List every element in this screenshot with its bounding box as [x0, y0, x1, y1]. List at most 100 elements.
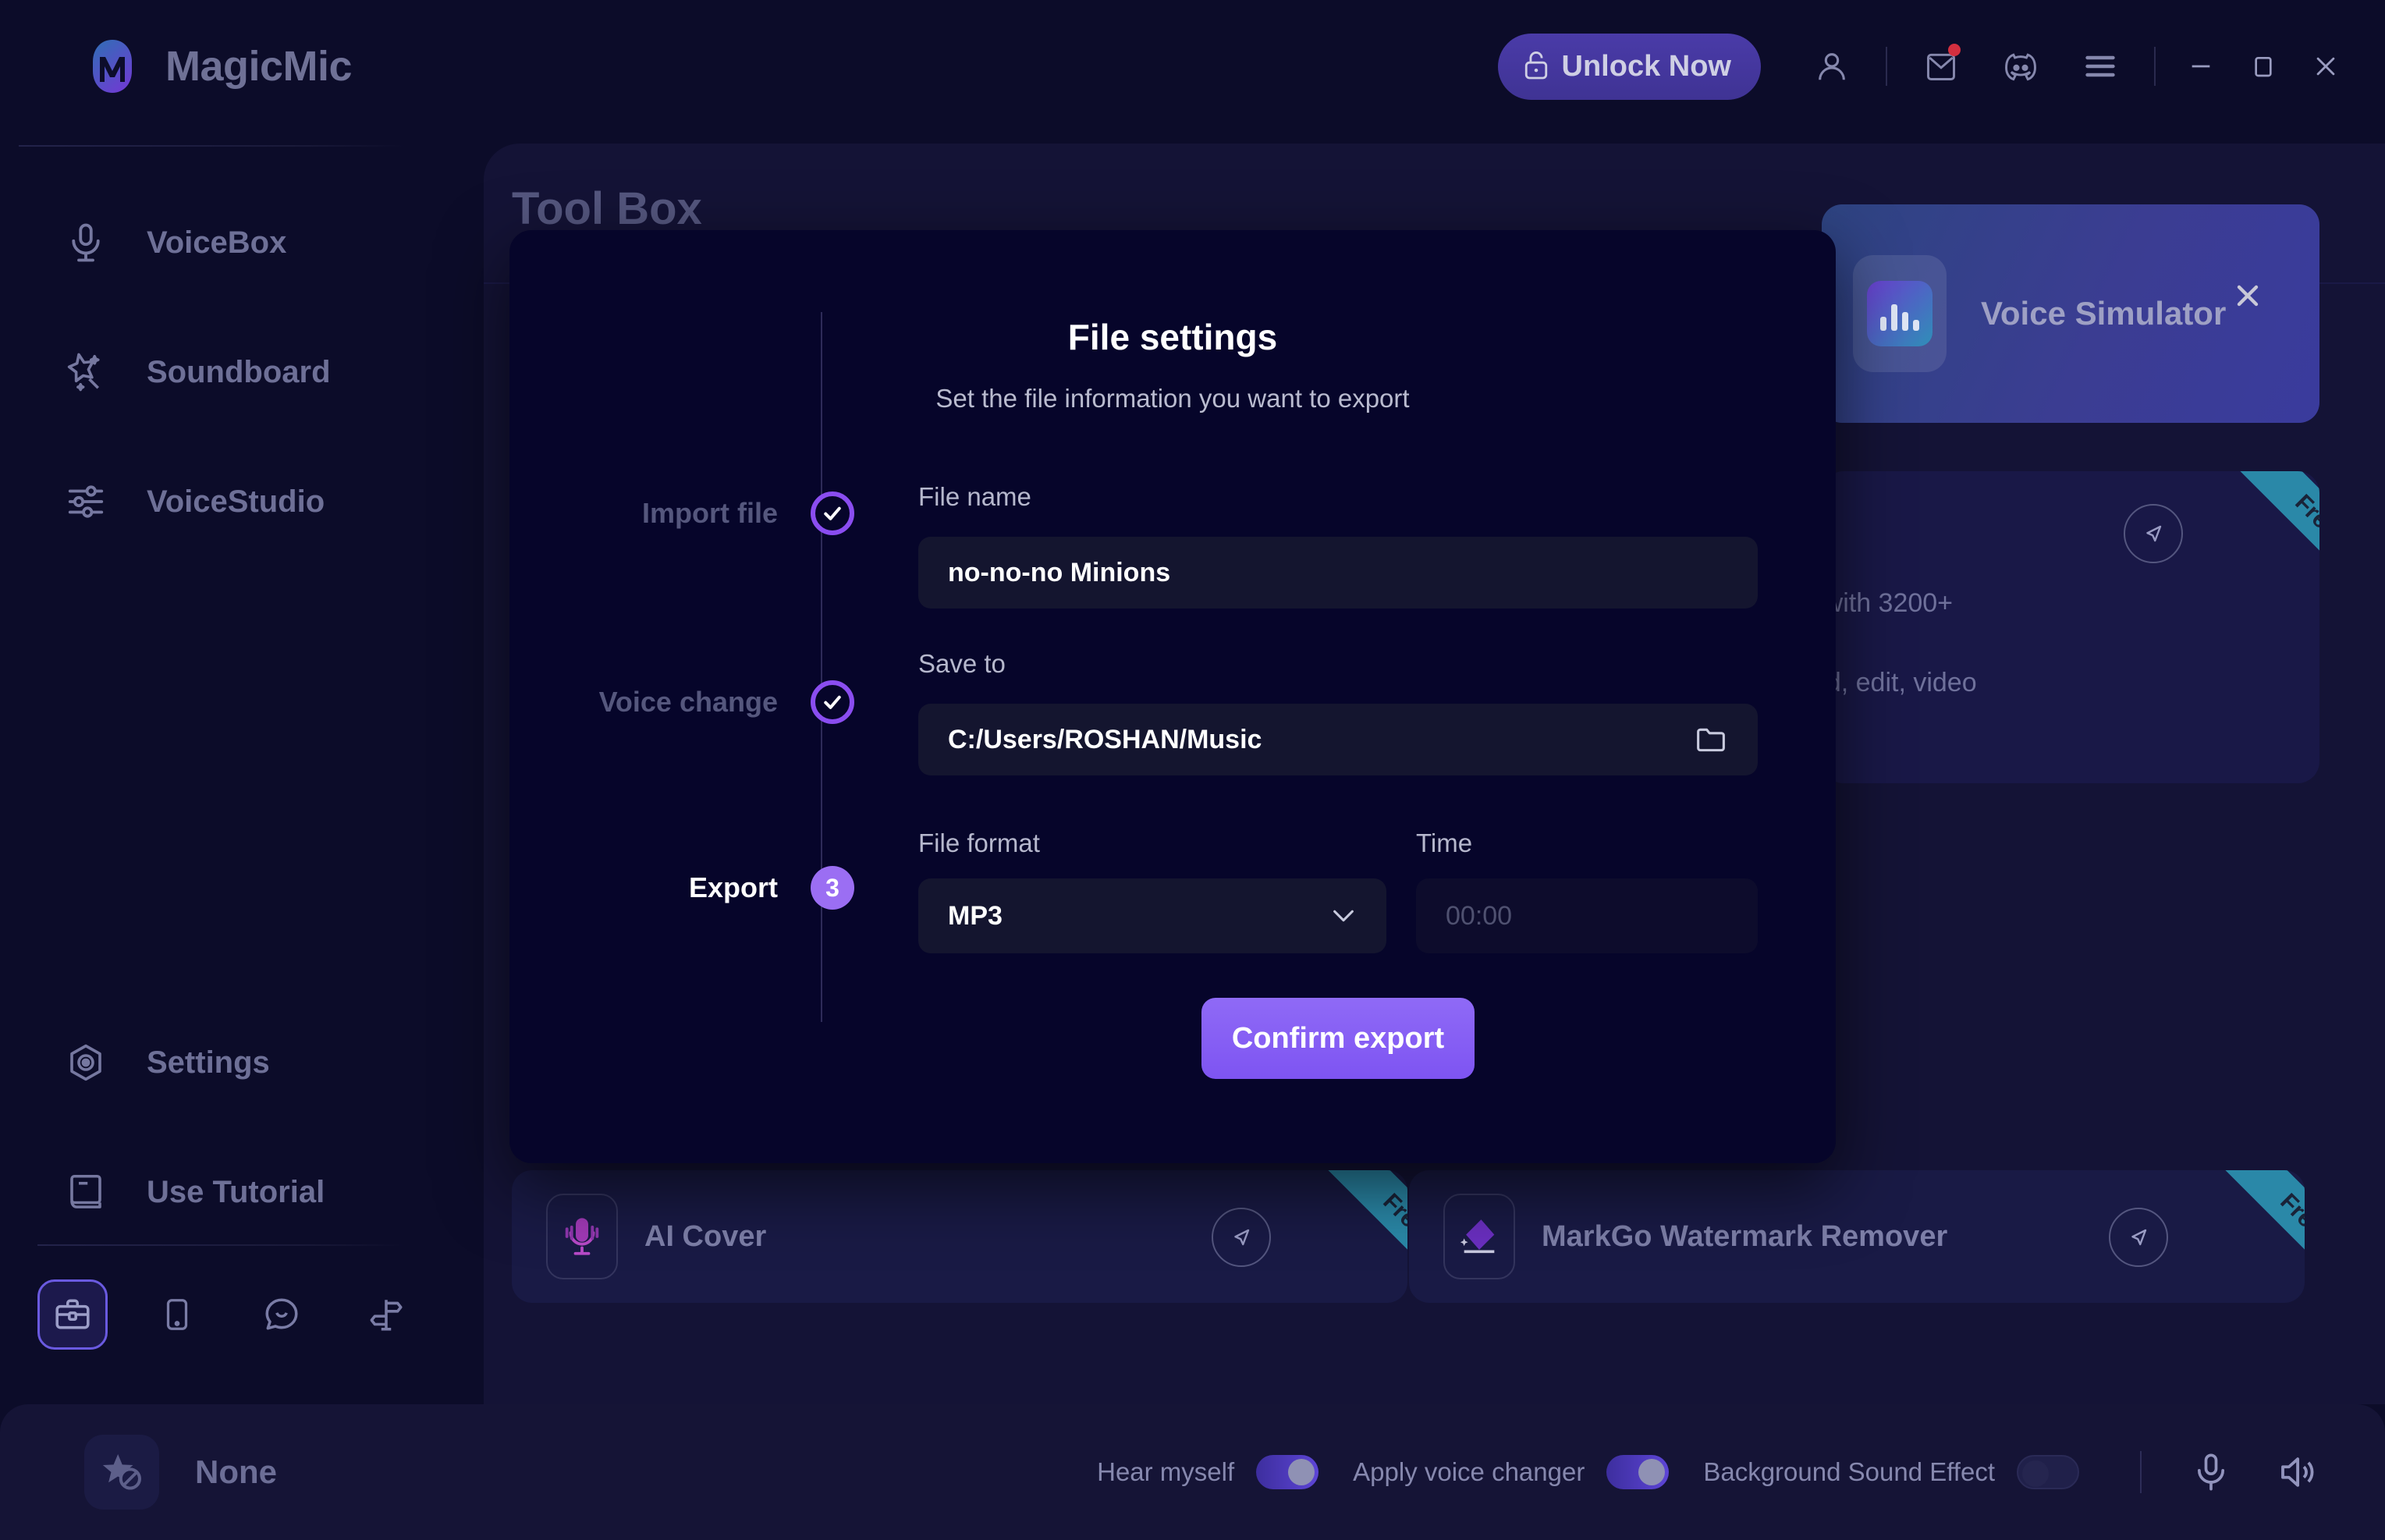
file-format-label: File format — [918, 829, 1040, 857]
title-bar: MagicMic Unlock Now — [0, 0, 2385, 133]
free-badge: Free — [2188, 1170, 2305, 1287]
file-name-label: File name — [918, 482, 1031, 511]
phone-icon[interactable] — [142, 1279, 212, 1350]
toggle-label: Background Sound Effect — [1703, 1457, 1995, 1486]
waveform-icon — [1853, 255, 1947, 372]
sidebar: VoiceBox Soundboard VoiceStudio Settings… — [0, 133, 484, 1404]
toolbox-icon[interactable] — [37, 1279, 108, 1350]
close-icon[interactable] — [2294, 35, 2357, 98]
hear-myself-switch[interactable] — [1256, 1455, 1319, 1489]
step-label: Voice change — [598, 686, 778, 718]
titlebar-divider-1 — [1886, 47, 1887, 86]
speaker-icon[interactable] — [2268, 1443, 2326, 1501]
toggle-apply-voice-changer: Apply voice changer — [1353, 1455, 1670, 1489]
discord-icon[interactable] — [1992, 37, 2050, 95]
microphone-icon — [62, 219, 109, 266]
promo-card[interactable]: Free audio with 3200+ g record, edit, vi… — [1822, 471, 2319, 783]
tool-card-ai-cover[interactable]: AI Cover Free — [512, 1170, 1407, 1303]
mail-icon[interactable] — [1912, 37, 1970, 95]
promo-line-2: g record, edit, video — [1822, 668, 1977, 697]
voice-simulator-title: Voice Simulator — [1981, 295, 2227, 332]
chevron-down-icon[interactable] — [1330, 906, 1357, 926]
sidebar-item-soundboard[interactable]: Soundboard — [0, 335, 484, 409]
free-badge-label: Free — [2220, 1170, 2305, 1287]
sidebar-secondary-nav: Settings Use Tutorial — [0, 1026, 484, 1285]
free-badge-label: Free — [2234, 471, 2319, 588]
send-arrow-icon[interactable] — [1212, 1208, 1271, 1267]
file-name-value: no-no-no Minions — [948, 557, 1171, 587]
current-voice[interactable]: None — [84, 1435, 277, 1510]
star-none-icon — [84, 1435, 159, 1510]
sidebar-item-label: VoiceBox — [147, 225, 287, 260]
step-label: Import file — [641, 497, 778, 529]
brand-name: MagicMic — [165, 43, 353, 90]
gear-hex-icon — [62, 1039, 109, 1086]
toggle-label: Apply voice changer — [1353, 1457, 1585, 1486]
bottom-bar-controls: Hear myself Apply voice changer Backgrou… — [1097, 1443, 2340, 1501]
send-arrow-icon[interactable] — [2109, 1208, 2168, 1267]
file-format-value: MP3 — [948, 900, 1003, 931]
minimize-icon[interactable] — [2170, 35, 2232, 98]
sidebar-item-voicebox[interactable]: VoiceBox — [0, 206, 484, 279]
step-export: Export 3 — [0, 866, 854, 910]
time-input[interactable]: 00:00 — [1416, 878, 1758, 953]
sidebar-primary-nav: VoiceBox Soundboard VoiceStudio — [0, 206, 484, 594]
sidebar-tool-row — [37, 1279, 421, 1350]
background-sound-effect-switch[interactable] — [2017, 1455, 2079, 1489]
user-icon[interactable] — [1803, 37, 1861, 95]
toggle-hear-myself: Hear myself — [1097, 1455, 1319, 1489]
sidebar-item-label: Use Tutorial — [147, 1174, 325, 1209]
step-check-icon — [811, 680, 854, 724]
magicmic-logo-icon — [86, 37, 139, 96]
step-check-icon — [811, 491, 854, 535]
tool-card-title: AI Cover — [644, 1219, 767, 1253]
maximize-icon[interactable] — [2232, 35, 2294, 98]
sidebar-item-settings[interactable]: Settings — [0, 1026, 484, 1099]
sidebar-item-label: Soundboard — [147, 354, 331, 389]
promo-line-1: audio with 3200+ — [1822, 588, 1954, 618]
notification-dot — [1948, 44, 1961, 56]
step-import-file: Import file — [0, 491, 854, 535]
sidebar-divider-bottom — [37, 1244, 404, 1246]
chat-bubble-icon[interactable] — [247, 1279, 317, 1350]
save-to-value: C:/Users/ROSHAN/Music — [948, 724, 1262, 754]
free-badge: Free — [1290, 1170, 1407, 1287]
sidebar-divider-top — [19, 145, 406, 147]
free-badge: Free — [2202, 471, 2319, 588]
titlebar-divider-2 — [2154, 47, 2156, 86]
toggle-label: Hear myself — [1097, 1457, 1235, 1486]
step-voice-change: Voice change — [0, 680, 854, 724]
file-format-select[interactable]: MP3 — [918, 878, 1386, 953]
folder-icon[interactable] — [1694, 724, 1728, 755]
titlebar-actions: Unlock Now — [1497, 0, 2385, 133]
stepper-line — [821, 312, 822, 1022]
tool-card-markgo[interactable]: MarkGo Watermark Remover Free — [1409, 1170, 2305, 1303]
step-number: 3 — [811, 866, 854, 910]
send-arrow-icon[interactable] — [2124, 504, 2183, 563]
microphone-icon[interactable] — [2182, 1443, 2240, 1501]
page-title: Tool Box — [512, 183, 702, 234]
unlock-now-button[interactable]: Unlock Now — [1497, 33, 1761, 100]
file-name-input[interactable]: no-no-no Minions — [918, 537, 1758, 609]
lock-open-icon — [1523, 49, 1549, 84]
sidebar-item-use-tutorial[interactable]: Use Tutorial — [0, 1155, 484, 1229]
book-icon — [62, 1169, 109, 1215]
markgo-eraser-icon — [1443, 1194, 1515, 1279]
time-placeholder: 00:00 — [1446, 900, 1513, 931]
magic-star-icon — [62, 349, 109, 396]
current-voice-name: None — [195, 1453, 277, 1490]
modal-close-icon[interactable] — [2224, 271, 2272, 320]
bottom-bar: None Hear myself Apply voice changer Bac… — [0, 1404, 2385, 1540]
hamburger-menu-icon[interactable] — [2071, 37, 2129, 95]
confirm-export-button[interactable]: Confirm export — [1201, 998, 1475, 1079]
apply-voice-changer-switch[interactable] — [1606, 1455, 1670, 1489]
ai-cover-mic-icon — [546, 1194, 618, 1279]
modal-subtitle: Set the file information you want to exp… — [935, 384, 1410, 413]
step-label: Export — [688, 871, 778, 903]
free-badge-label: Free — [1322, 1170, 1407, 1287]
bottom-bar-divider — [2140, 1451, 2142, 1493]
time-label: Time — [1416, 829, 1473, 857]
signpost-icon[interactable] — [351, 1279, 421, 1350]
save-to-input[interactable]: C:/Users/ROSHAN/Music — [918, 704, 1758, 775]
app-window: MagicMic Unlock Now VoiceBox Soundboard … — [0, 0, 2385, 1540]
